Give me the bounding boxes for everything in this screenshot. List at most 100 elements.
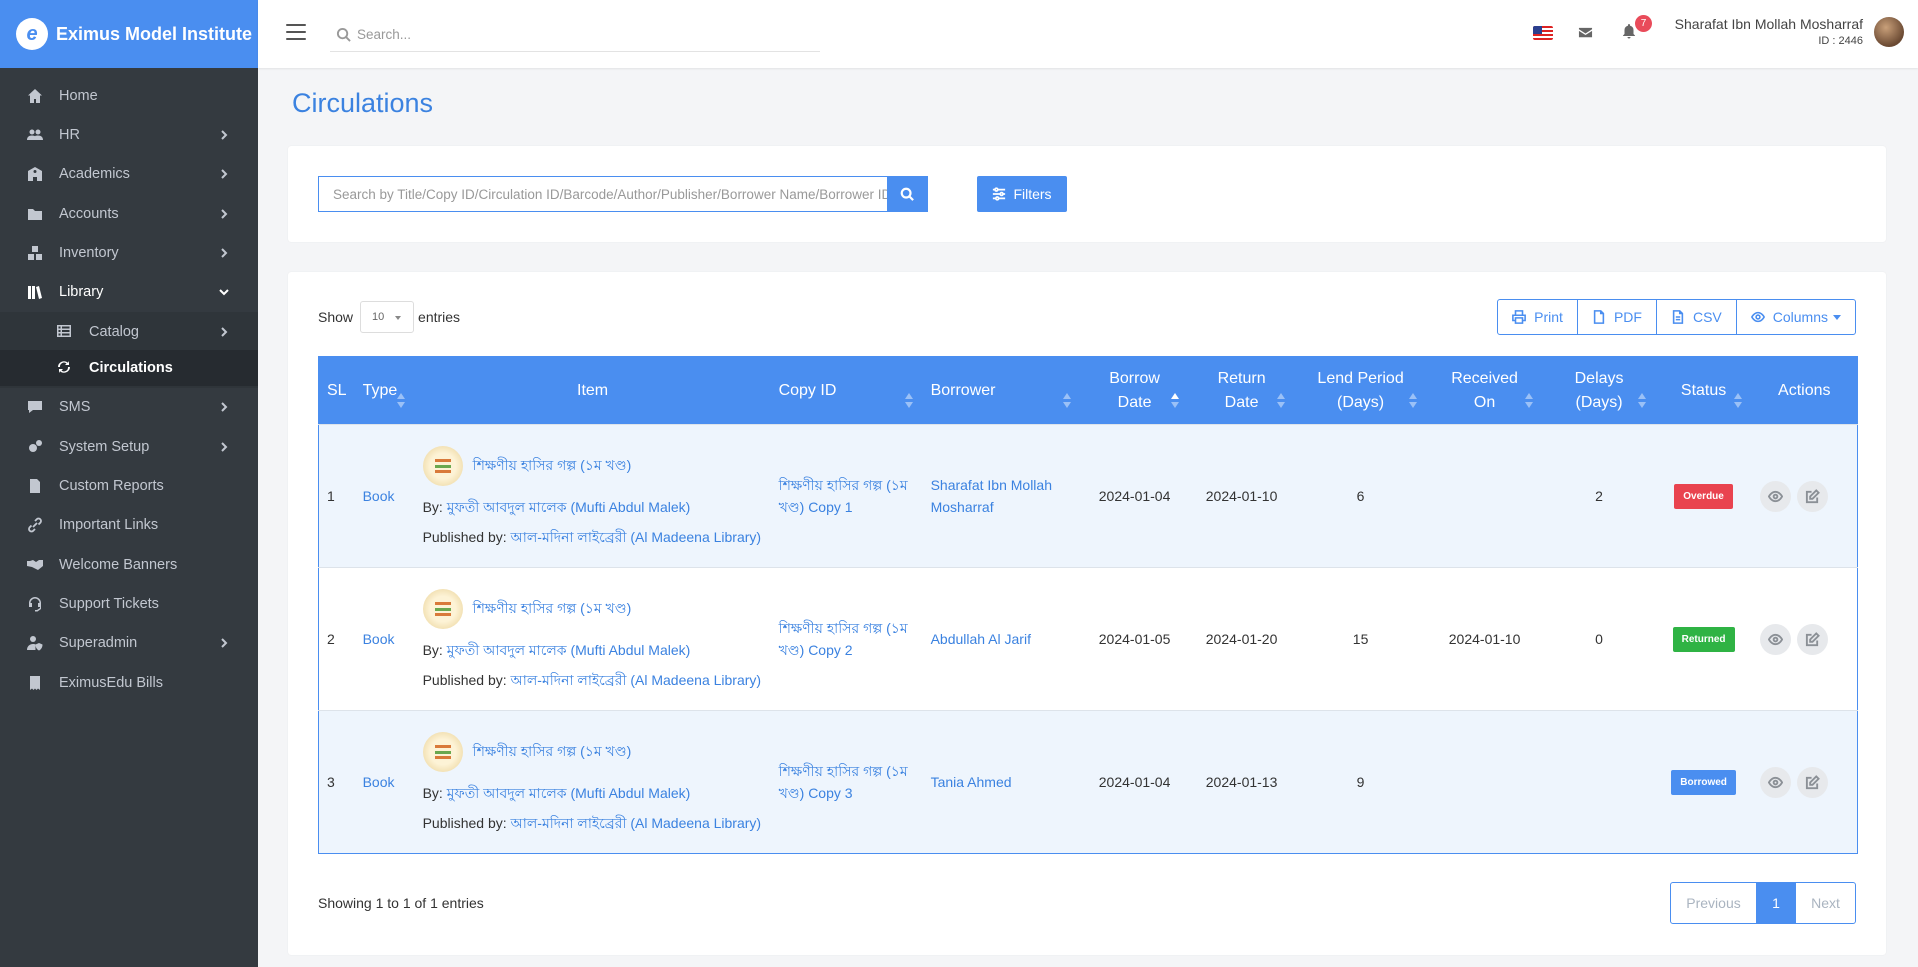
sort-icon bbox=[1408, 393, 1417, 409]
columns-button[interactable]: Columns bbox=[1737, 300, 1855, 334]
sidebar-item-library[interactable]: Library bbox=[0, 272, 258, 311]
filters-button[interactable]: Filters bbox=[977, 176, 1067, 212]
bill-icon bbox=[26, 674, 44, 692]
avatar[interactable] bbox=[1874, 17, 1904, 47]
author-link[interactable]: মুফতী আবদুল মালেক (Mufti Abdul Malek) bbox=[447, 499, 691, 515]
sidebar-item-support-tickets[interactable]: Support Tickets bbox=[0, 584, 258, 623]
pdf-button[interactable]: PDF bbox=[1578, 300, 1657, 334]
col-status[interactable]: Status bbox=[1655, 356, 1752, 425]
col-delays[interactable]: Delays (Days) bbox=[1542, 356, 1656, 425]
publisher-link[interactable]: আল-মদিনা লাইব্রেরী (Al Madeena Library) bbox=[511, 672, 762, 688]
cell-type: Book bbox=[354, 567, 415, 711]
view-button[interactable] bbox=[1759, 623, 1791, 655]
cell-copy-id: শিক্ষণীয় হাসির গল্প (১ম খণ্ড) Copy 2 bbox=[770, 567, 923, 711]
sidebar-item-eximusedu-bills[interactable]: EximusEdu Bills bbox=[0, 663, 258, 702]
view-button[interactable] bbox=[1759, 480, 1791, 512]
us-flag-icon[interactable] bbox=[1533, 26, 1553, 40]
entries-select[interactable]: 10 bbox=[360, 301, 415, 333]
sidebar-item-sms[interactable]: SMS bbox=[0, 388, 258, 427]
col-received-on[interactable]: Received On bbox=[1426, 356, 1543, 425]
view-button[interactable] bbox=[1759, 766, 1791, 798]
table-row: 2 Book শিক্ষণীয় হাসির গল্প (১ম খণ্ড) By… bbox=[318, 567, 1858, 711]
circulation-search bbox=[318, 176, 928, 212]
col-type[interactable]: Type bbox=[354, 356, 415, 425]
print-button[interactable]: Print bbox=[1498, 300, 1578, 334]
page-1-button[interactable]: 1 bbox=[1757, 883, 1795, 923]
cell-borrow-date: 2024-01-05 bbox=[1080, 567, 1189, 711]
sidebar-nav: Home HR Academics Accounts Inventory Lib… bbox=[0, 68, 258, 702]
author-link[interactable]: মুফতী আবদুল মালেক (Mufti Abdul Malek) bbox=[447, 785, 691, 801]
cell-borrower: Tania Ahmed bbox=[922, 710, 1081, 854]
brand[interactable]: e Eximus Model Institute bbox=[0, 0, 258, 68]
next-page-button[interactable]: Next bbox=[1795, 883, 1855, 923]
eye-icon bbox=[1767, 776, 1783, 788]
sidebar-item-custom-reports[interactable]: Custom Reports bbox=[0, 466, 258, 505]
edit-button[interactable] bbox=[1796, 623, 1828, 655]
col-lend-period[interactable]: Lend Period (Days) bbox=[1294, 356, 1427, 425]
sidebar-item-inventory[interactable]: Inventory bbox=[0, 233, 258, 272]
item-title-link[interactable]: শিক্ষণীয় হাসির গল্প (১ম খণ্ড) bbox=[473, 597, 632, 621]
show-entries: Show 10 entries bbox=[318, 301, 460, 333]
circulation-search-input[interactable] bbox=[319, 177, 888, 211]
cell-received-on bbox=[1426, 424, 1543, 568]
csv-button[interactable]: CSV bbox=[1657, 300, 1737, 334]
col-borrower[interactable]: Borrower bbox=[922, 356, 1081, 425]
col-borrow-date[interactable]: Borrow Date bbox=[1080, 356, 1189, 425]
sidebar-item-welcome-banners[interactable]: Welcome Banners bbox=[0, 545, 258, 584]
publisher-link[interactable]: আল-মদিনা লাইব্রেরী (Al Madeena Library) bbox=[511, 815, 762, 831]
author-link[interactable]: মুফতী আবদুল মালেক (Mufti Abdul Malek) bbox=[447, 642, 691, 658]
borrower-link[interactable]: Abdullah Al Jarif bbox=[931, 631, 1031, 647]
col-actions: Actions bbox=[1751, 356, 1858, 425]
col-item: Item bbox=[414, 356, 771, 425]
previous-page-button[interactable]: Previous bbox=[1671, 883, 1757, 923]
borrower-link[interactable]: Tania Ahmed bbox=[931, 774, 1012, 790]
eye-icon bbox=[1750, 311, 1765, 323]
type-link[interactable]: Book bbox=[363, 631, 395, 647]
hamburger-menu-icon[interactable] bbox=[286, 24, 306, 42]
item-title-link[interactable]: শিক্ষণীয় হাসির গল্প (১ম খণ্ড) bbox=[473, 740, 632, 764]
user-name[interactable]: Sharafat Ibn Mollah Mosharraf bbox=[1675, 16, 1863, 32]
cell-lend-period: 9 bbox=[1294, 710, 1427, 854]
chevron-right-icon bbox=[218, 401, 230, 413]
sidebar-item-label: Support Tickets bbox=[59, 595, 159, 612]
by-label: By: bbox=[422, 642, 443, 658]
list-icon bbox=[57, 324, 73, 340]
global-search-input[interactable] bbox=[357, 27, 797, 42]
edit-icon bbox=[1805, 774, 1820, 789]
copy-id-link[interactable]: শিক্ষণীয় হাসির গল্প (১ম খণ্ড) Copy 3 bbox=[779, 763, 908, 801]
copy-id-link[interactable]: শিক্ষণীয় হাসির গল্প (১ম খণ্ড) Copy 2 bbox=[779, 620, 908, 658]
sidebar-item-important-links[interactable]: Important Links bbox=[0, 506, 258, 545]
sidebar-item-superadmin[interactable]: Superadmin bbox=[0, 624, 258, 663]
handshake-icon bbox=[26, 556, 44, 574]
mail-icon[interactable] bbox=[1578, 25, 1593, 43]
sidebar-item-label: EximusEdu Bills bbox=[59, 674, 163, 691]
copy-id-link[interactable]: শিক্ষণীয় হাসির গল্প (১ম খণ্ড) Copy 1 bbox=[779, 477, 908, 515]
type-link[interactable]: Book bbox=[363, 774, 395, 790]
sidebar-item-catalog[interactable]: Catalog bbox=[0, 314, 258, 350]
sort-icon bbox=[1524, 393, 1533, 409]
sidebar-item-home[interactable]: Home bbox=[0, 76, 258, 115]
col-sl[interactable]: SL bbox=[318, 356, 355, 425]
col-copy-id[interactable]: Copy ID bbox=[770, 356, 923, 425]
sidebar-item-hr[interactable]: HR bbox=[0, 115, 258, 154]
search-icon bbox=[336, 27, 351, 42]
sidebar-item-circulations[interactable]: Circulations bbox=[0, 349, 258, 386]
library-icon bbox=[26, 283, 44, 301]
chevron-right-icon bbox=[218, 208, 230, 220]
sort-icon bbox=[1637, 393, 1646, 409]
sidebar-item-accounts[interactable]: Accounts bbox=[0, 194, 258, 233]
borrower-link[interactable]: Sharafat Ibn Mollah Mosharraf bbox=[931, 477, 1052, 515]
sidebar-item-academics[interactable]: Academics bbox=[0, 155, 258, 194]
cell-copy-id: শিক্ষণীয় হাসির গল্প (১ম খণ্ড) Copy 3 bbox=[770, 710, 923, 854]
folder-icon bbox=[26, 205, 44, 223]
sidebar-item-system-setup[interactable]: System Setup bbox=[0, 427, 258, 466]
edit-button[interactable] bbox=[1796, 766, 1828, 798]
col-return-date[interactable]: Return Date bbox=[1188, 356, 1295, 425]
publisher-link[interactable]: আল-মদিনা লাইব্রেরী (Al Madeena Library) bbox=[511, 529, 762, 545]
item-title-link[interactable]: শিক্ষণীয় হাসির গল্প (১ম খণ্ড) bbox=[473, 454, 632, 478]
type-link[interactable]: Book bbox=[363, 488, 395, 504]
export-buttons: Print PDF CSV Columns bbox=[1497, 299, 1856, 335]
search-button[interactable] bbox=[887, 177, 927, 211]
edit-button[interactable] bbox=[1796, 480, 1828, 512]
sidebar-item-label: SMS bbox=[59, 399, 91, 416]
